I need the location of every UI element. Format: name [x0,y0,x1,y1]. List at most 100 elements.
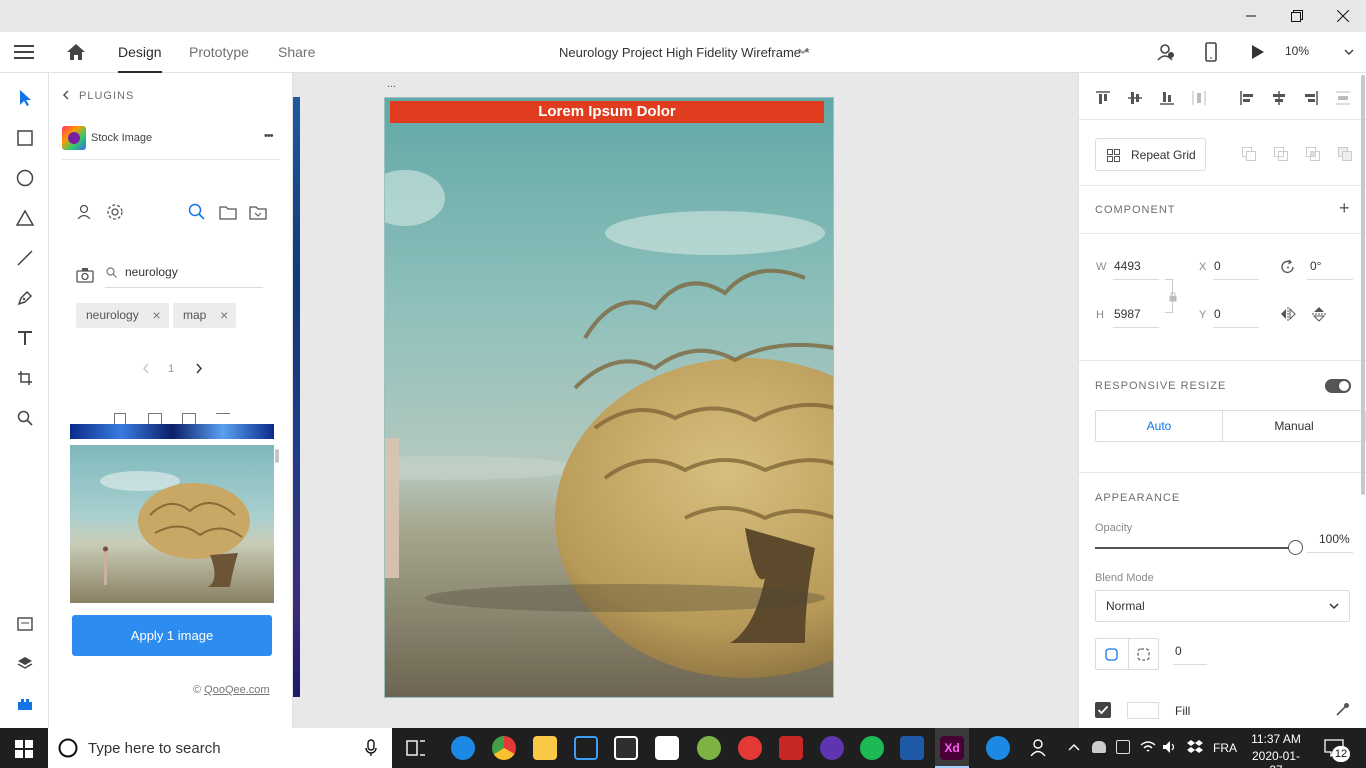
remove-tag-icon[interactable]: × [220,303,228,328]
people-icon[interactable] [1030,738,1050,758]
input-language[interactable]: FRA [1213,741,1237,755]
result-thumbnail-brain[interactable] [70,445,274,603]
battery-icon[interactable] [1116,740,1130,754]
search-input[interactable]: neurology [125,265,178,279]
corner-radius-field[interactable]: 0 [1173,639,1207,665]
opacity-value[interactable]: 100% [1319,532,1350,546]
select-tool-icon[interactable] [12,85,38,111]
distribute-vertical-icon[interactable] [1191,90,1207,106]
uniform-corner-icon[interactable] [1105,648,1118,661]
import-folder-icon[interactable] [249,203,267,221]
settings-gear-icon[interactable] [106,203,124,221]
auto-button[interactable]: Auto [1096,411,1223,441]
align-right-icon[interactable] [1303,90,1319,106]
result-thumbnail-partial[interactable] [70,424,274,439]
account-icon[interactable] [77,204,93,220]
search-tab-icon[interactable] [188,203,205,220]
chevron-down-icon[interactable] [798,48,808,55]
distribute-horizontal-icon[interactable] [1335,90,1351,106]
artboard-title[interactable]: ... [387,78,396,90]
document-title[interactable]: Neurology Project High Fidelity Wirefram… [559,45,810,60]
hamburger-menu-icon[interactable] [14,44,34,60]
adobe-xd-icon[interactable]: Xd [940,736,964,760]
minimize-button[interactable] [1228,0,1274,32]
tab-prototype[interactable]: Prototype [189,32,249,73]
text-tool-icon[interactable] [12,325,38,351]
restore-button[interactable] [1274,0,1320,32]
help-icon[interactable] [986,736,1010,760]
prev-page-icon[interactable] [142,363,149,374]
y-value[interactable]: 0 [1214,307,1221,321]
tab-share[interactable]: Share [278,32,315,73]
tag-chip[interactable]: map × [173,303,237,328]
credit[interactable]: © QooQee.com [193,684,270,696]
zoom-tool-icon[interactable] [12,405,38,431]
y-field[interactable]: 0 [1213,304,1259,328]
align-center-icon[interactable] [1271,90,1287,106]
align-middle-icon[interactable] [1127,90,1143,106]
per-corner-icon[interactable] [1137,648,1150,661]
banner-title[interactable]: Lorem Ipsum Dolor [390,101,824,123]
task-view-icon[interactable] [406,738,426,758]
zoom-level[interactable]: 10% [1285,44,1309,58]
boolean-add-icon[interactable] [1242,147,1256,161]
edge-icon[interactable] [451,736,475,760]
apply-image-button[interactable]: Apply 1 image [72,615,272,656]
spotify-icon[interactable] [860,736,884,760]
credit-link[interactable]: QooQee.com [204,684,269,696]
plugin-more-menu[interactable]: ••• [264,130,274,142]
eyedropper-icon[interactable] [1335,702,1350,717]
x-field[interactable]: 0 [1213,256,1259,280]
ellipse-tool-icon[interactable] [12,165,38,191]
dropbox-icon[interactable] [1187,739,1203,755]
mail-icon[interactable] [655,736,679,760]
next-page-icon[interactable] [196,363,203,374]
align-bottom-icon[interactable] [1159,90,1175,106]
visual-studio-code-icon[interactable] [574,736,598,760]
plugins-panel-icon[interactable] [12,691,38,717]
opacity-field[interactable]: 100% [1307,529,1353,553]
word-icon[interactable] [900,736,924,760]
file-explorer-icon[interactable] [533,736,557,760]
mobile-preview-icon[interactable] [1205,42,1217,62]
eclipse-icon[interactable] [820,736,844,760]
search-field[interactable]: neurology [105,260,263,288]
flip-horizontal-icon[interactable] [1280,307,1296,321]
artboard[interactable]: Lorem Ipsum Dolor [384,97,834,698]
home-icon[interactable] [66,43,86,61]
lock-icon[interactable] [1169,292,1177,302]
windows-start-icon[interactable] [15,740,33,758]
close-button[interactable] [1320,0,1366,32]
back-chevron-icon[interactable] [62,90,69,100]
fill-color-swatch[interactable] [1127,702,1159,719]
rectangle-tool-icon[interactable] [12,125,38,151]
corner-radius-value[interactable]: 0 [1175,644,1182,658]
opacity-slider-track[interactable] [1095,540,1303,555]
onedrive-icon[interactable] [1092,741,1106,753]
flip-vertical-icon[interactable] [1312,306,1326,322]
taskbar-search-input[interactable]: Type here to search [88,740,221,757]
boolean-exclude-icon[interactable] [1338,147,1352,161]
layers-panel-icon[interactable] [12,651,38,677]
width-field[interactable]: 4493 [1113,256,1159,280]
user-share-icon[interactable] [1156,43,1176,61]
boolean-intersect-icon[interactable] [1306,147,1320,161]
tag-chip[interactable]: neurology × [76,303,169,328]
clock-date[interactable]: 2020-01-27 [1248,749,1304,768]
camera-search-icon[interactable] [76,267,94,283]
rotation-value[interactable]: 0° [1310,259,1321,273]
artboard-tool-icon[interactable] [12,365,38,391]
inspector-scrollbar[interactable] [1361,75,1365,495]
wifi-icon[interactable] [1140,740,1156,754]
plugins-back-label[interactable]: PLUGINS [79,90,134,102]
manual-button[interactable]: Manual [1223,411,1365,441]
volume-icon[interactable] [1162,740,1178,754]
zoom-chevron-icon[interactable] [1344,49,1354,56]
taskbar-search-box[interactable]: Type here to search [48,728,392,768]
opacity-slider-handle[interactable] [1287,540,1303,555]
microphone-icon[interactable] [365,739,377,757]
tray-chevron-up-icon[interactable] [1068,743,1080,751]
assets-panel-icon[interactable] [12,611,38,637]
fill-checkbox[interactable] [1095,702,1111,718]
blend-mode-select[interactable]: Normal [1095,590,1350,622]
